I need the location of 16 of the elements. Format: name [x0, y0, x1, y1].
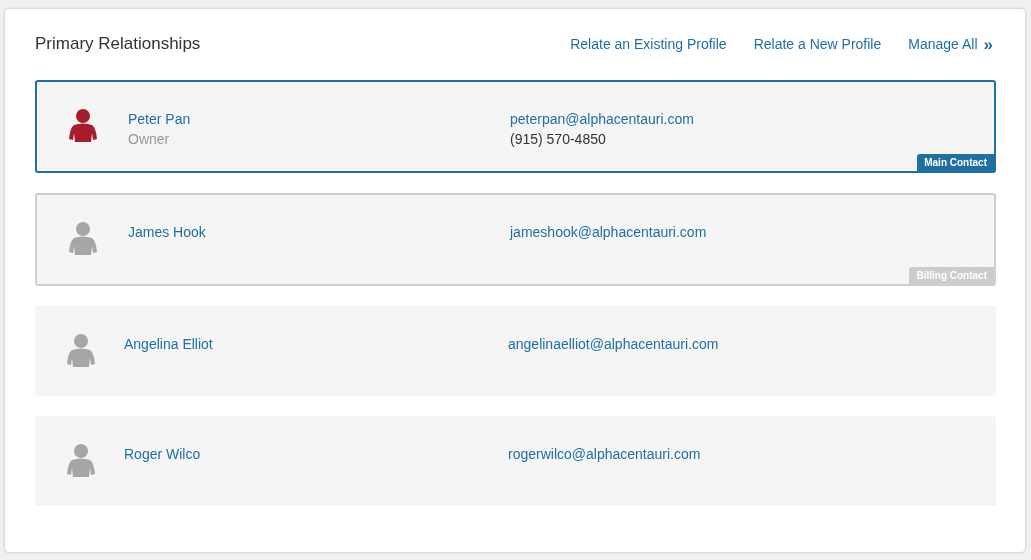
contact-name[interactable]: Peter Pan — [128, 109, 191, 129]
contact-name[interactable]: James Hook — [128, 222, 206, 242]
email-link[interactable]: jameshook@alphacentauri.com — [510, 222, 707, 242]
contact-name[interactable]: Angelina Elliot — [124, 334, 213, 354]
header-link[interactable]: Relate a New Profile — [753, 33, 882, 55]
email-link[interactable]: peterpan@alphacentauri.com — [510, 109, 694, 129]
contact-tag: Main Contact — [917, 154, 994, 171]
email-link[interactable]: angelinaelliot@alphacentauri.com — [508, 334, 719, 354]
header-link[interactable]: Relate an Existing Profile — [570, 33, 727, 55]
contact-name[interactable]: Roger Wilco — [124, 444, 201, 464]
panel-title: Primary Relationships — [35, 33, 201, 56]
contact-role: Owner — [128, 130, 170, 149]
phone-number: (915) 570-4850 — [510, 130, 606, 149]
email-link[interactable]: rogerwilco@alphacentauri.com — [508, 444, 701, 464]
double-chevron-icon: » — [983, 35, 993, 53]
header-link[interactable]: Manage All » — [908, 33, 993, 55]
